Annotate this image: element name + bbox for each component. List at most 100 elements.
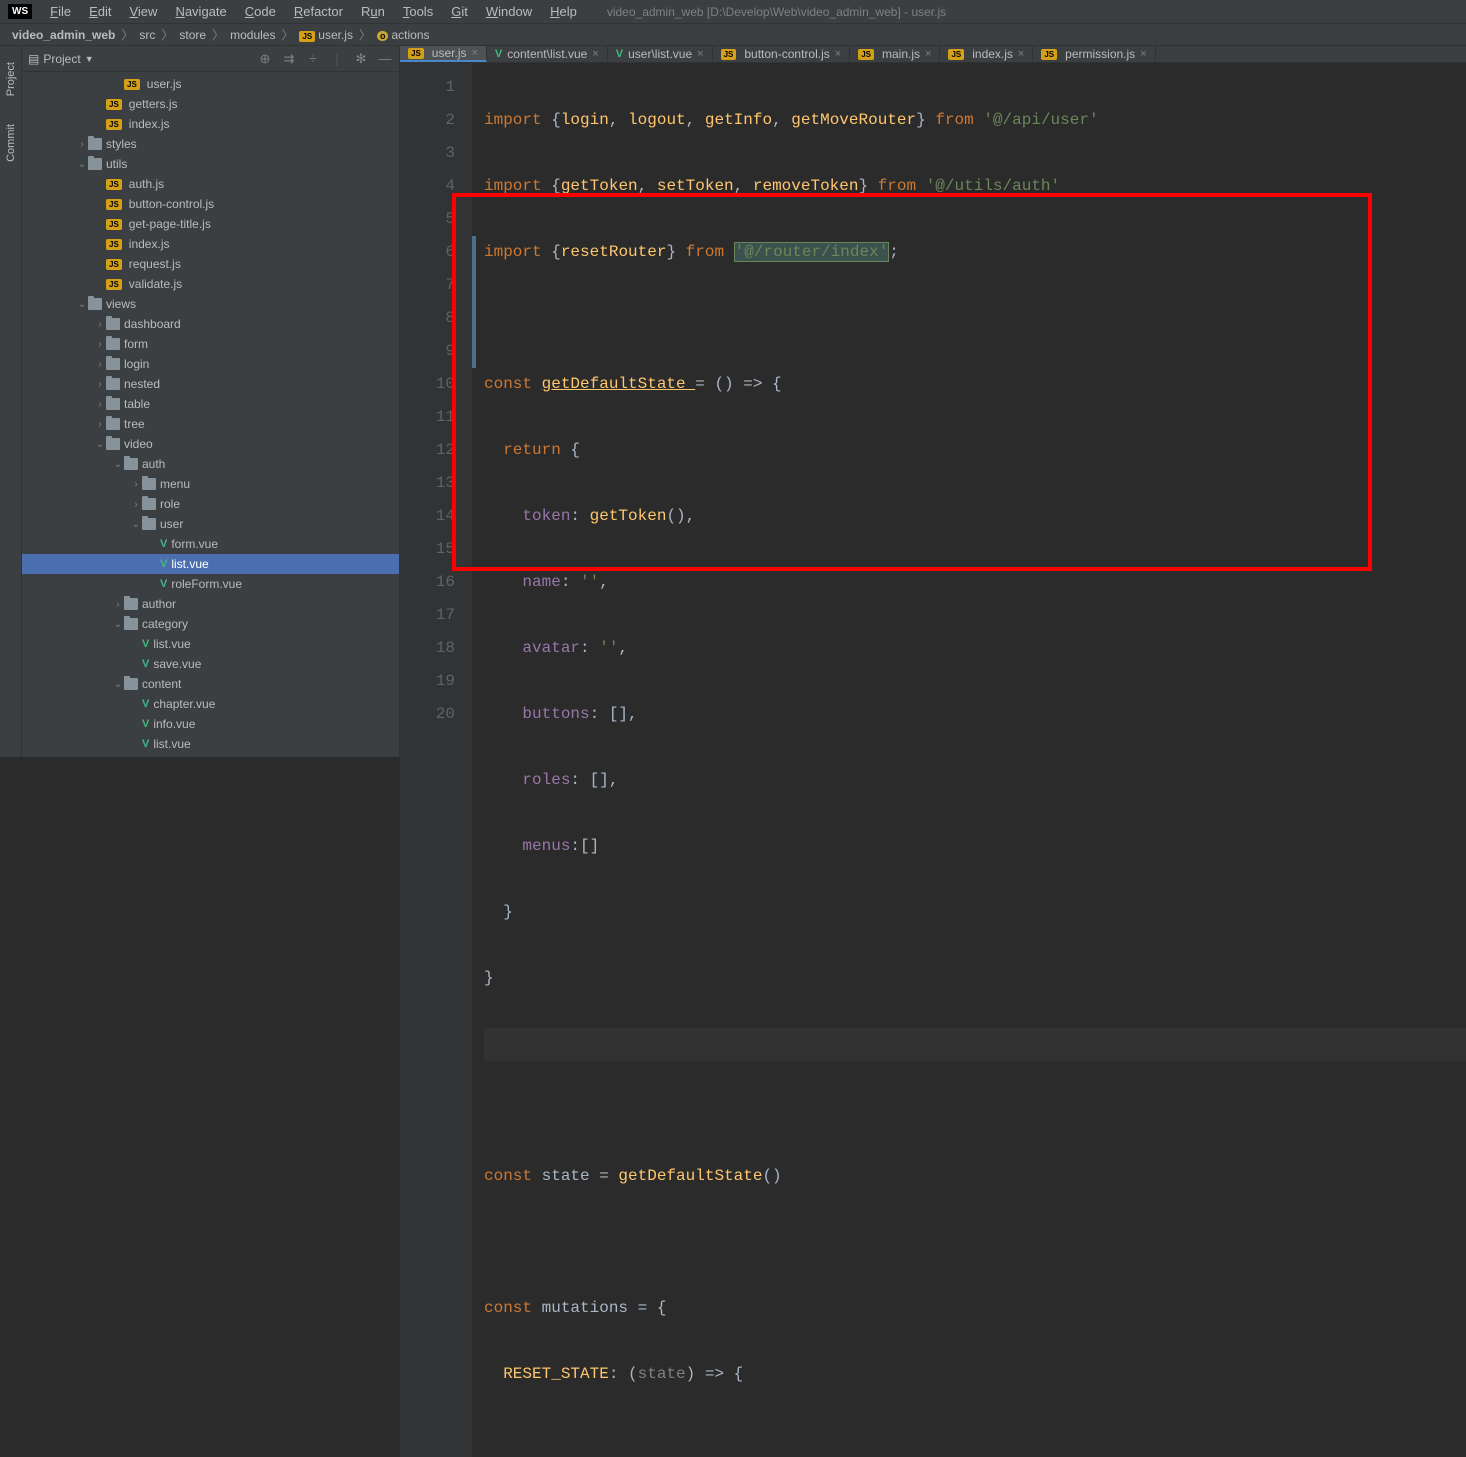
tree-item[interactable]: ›role (22, 494, 399, 514)
tree-item[interactable]: JSvalidate.js (22, 274, 399, 294)
tree-item[interactable]: JSauth.js (22, 174, 399, 194)
hide-icon[interactable]: — (377, 51, 393, 67)
locate-icon[interactable]: ⊕ (257, 51, 273, 67)
menu-file[interactable]: File (42, 1, 79, 22)
tree-arrow-icon[interactable]: › (130, 499, 142, 510)
menu-code[interactable]: Code (237, 1, 284, 22)
close-icon[interactable]: × (592, 48, 598, 60)
menu-run[interactable]: Run (353, 1, 393, 22)
js-icon: JS (1041, 49, 1057, 60)
tree-item[interactable]: ›dashboard (22, 314, 399, 334)
editor-tab[interactable]: JSbutton-control.js× (713, 46, 851, 62)
menu-navigate[interactable]: Navigate (167, 1, 234, 22)
project-panel: ▤ Project ▼ ⊕ ⇉ ÷ | ✻ — JSuser.jsJSgette… (22, 46, 400, 757)
tree-item[interactable]: Vchapter.vue (22, 694, 399, 714)
tree-arrow-icon[interactable]: ⌄ (76, 159, 88, 170)
tree-item[interactable]: ›tree (22, 414, 399, 434)
project-title[interactable]: ▤ Project ▼ (28, 52, 94, 66)
editor-tab[interactable]: JSmain.js× (850, 46, 940, 62)
project-tree[interactable]: JSuser.jsJSgetters.jsJSindex.js›styles⌄u… (22, 72, 399, 757)
menu-edit[interactable]: Edit (81, 1, 119, 22)
tree-item[interactable]: ›menu (22, 474, 399, 494)
tree-arrow-icon[interactable]: › (94, 339, 106, 350)
close-icon[interactable]: × (835, 48, 841, 60)
tree-item[interactable]: ›login (22, 354, 399, 374)
line-number: 4 (400, 170, 455, 203)
tree-item[interactable]: ⌄user (22, 514, 399, 534)
tree-item[interactable]: ⌄video (22, 434, 399, 454)
tree-item[interactable]: Vlist.vue (22, 634, 399, 654)
editor-tab[interactable]: JSuser.js× (400, 46, 487, 62)
tree-arrow-icon[interactable]: › (94, 319, 106, 330)
tree-item[interactable]: JSgetters.js (22, 94, 399, 114)
menu-window[interactable]: Window (478, 1, 540, 22)
js-icon: JS (948, 49, 964, 60)
tree-item[interactable]: JSbutton-control.js (22, 194, 399, 214)
tree-item[interactable]: ›author (22, 594, 399, 614)
tree-arrow-icon[interactable]: › (94, 399, 106, 410)
tree-arrow-icon[interactable]: ⌄ (130, 519, 142, 530)
sidebar-tab-project[interactable]: Project (3, 54, 19, 104)
tree-item[interactable]: ⌄category (22, 614, 399, 634)
close-icon[interactable]: × (1018, 48, 1024, 60)
editor-tab[interactable]: Vuser\list.vue× (608, 46, 713, 62)
breadcrumb-item[interactable]: src (135, 28, 159, 42)
tree-item[interactable]: ›table (22, 394, 399, 414)
menu-view[interactable]: View (121, 1, 165, 22)
tree-item[interactable]: ⌄auth (22, 454, 399, 474)
tree-item[interactable]: JSuser.js (22, 74, 399, 94)
tree-item[interactable]: JSget-page-title.js (22, 214, 399, 234)
menu-help[interactable]: Help (542, 1, 585, 22)
tree-item[interactable]: ⌄utils (22, 154, 399, 174)
tree-item[interactable]: ›nested (22, 374, 399, 394)
code-area[interactable]: import {login, logout, getInfo, getMoveR… (472, 63, 1466, 1457)
close-icon[interactable]: × (471, 47, 477, 59)
tree-item[interactable]: VroleForm.vue (22, 574, 399, 594)
tree-arrow-icon[interactable]: ⌄ (112, 459, 124, 470)
tree-arrow-icon[interactable]: › (94, 359, 106, 370)
line-number: 15 (400, 533, 455, 566)
menu-refactor[interactable]: Refactor (286, 1, 351, 22)
breadcrumb-item[interactable]: store (175, 28, 210, 42)
close-icon[interactable]: × (925, 48, 931, 60)
sidebar-tab-commit[interactable]: Commit (3, 116, 19, 170)
menu-tools[interactable]: Tools (395, 1, 441, 22)
tree-item[interactable]: JSindex.js (22, 234, 399, 254)
close-icon[interactable]: × (1140, 48, 1146, 60)
breadcrumb-item[interactable]: modules (226, 28, 279, 42)
editor-tab[interactable]: JSpermission.js× (1033, 46, 1155, 62)
tree-arrow-icon[interactable]: › (112, 599, 124, 610)
tree-item[interactable]: JSindex.js (22, 114, 399, 134)
menu-git[interactable]: Git (443, 1, 476, 22)
breadcrumb-symbol[interactable]: oactions (373, 28, 434, 42)
tree-item[interactable]: Vlist.vue (22, 554, 399, 574)
line-number: 9 (400, 335, 455, 368)
tree-item[interactable]: Vlist.vue (22, 734, 399, 754)
editor-content[interactable]: 1234567891011121314151617181920 import {… (400, 63, 1466, 1457)
breadcrumb-file[interactable]: JSuser.js (295, 28, 356, 42)
tree-item[interactable]: Vform.vue (22, 534, 399, 554)
close-icon[interactable]: × (697, 48, 703, 60)
tree-item[interactable]: Vsave.vue (22, 654, 399, 674)
tree-arrow-icon[interactable]: ⌄ (76, 299, 88, 310)
gear-icon[interactable]: ✻ (353, 51, 369, 67)
tree-item[interactable]: ›form (22, 334, 399, 354)
expand-icon[interactable]: ⇉ (281, 51, 297, 67)
tree-arrow-icon[interactable]: › (94, 419, 106, 430)
tree-item[interactable]: ⌄views (22, 294, 399, 314)
editor-tab[interactable]: JSindex.js× (940, 46, 1033, 62)
tree-arrow-icon[interactable]: ⌄ (112, 679, 124, 690)
editor-tab[interactable]: Vcontent\list.vue× (487, 46, 608, 62)
tree-item[interactable]: JSrequest.js (22, 254, 399, 274)
tree-arrow-icon[interactable]: › (130, 479, 142, 490)
tree-arrow-icon[interactable]: ⌄ (112, 619, 124, 630)
tree-arrow-icon[interactable]: ⌄ (94, 439, 106, 450)
tree-label: content (142, 677, 181, 691)
tree-item[interactable]: ›styles (22, 134, 399, 154)
tree-arrow-icon[interactable]: › (76, 139, 88, 150)
collapse-icon[interactable]: ÷ (305, 51, 321, 67)
tree-item[interactable]: Vinfo.vue (22, 714, 399, 734)
tree-arrow-icon[interactable]: › (94, 379, 106, 390)
breadcrumb-root[interactable]: video_admin_web (8, 28, 119, 42)
tree-item[interactable]: ⌄ content (22, 674, 399, 694)
